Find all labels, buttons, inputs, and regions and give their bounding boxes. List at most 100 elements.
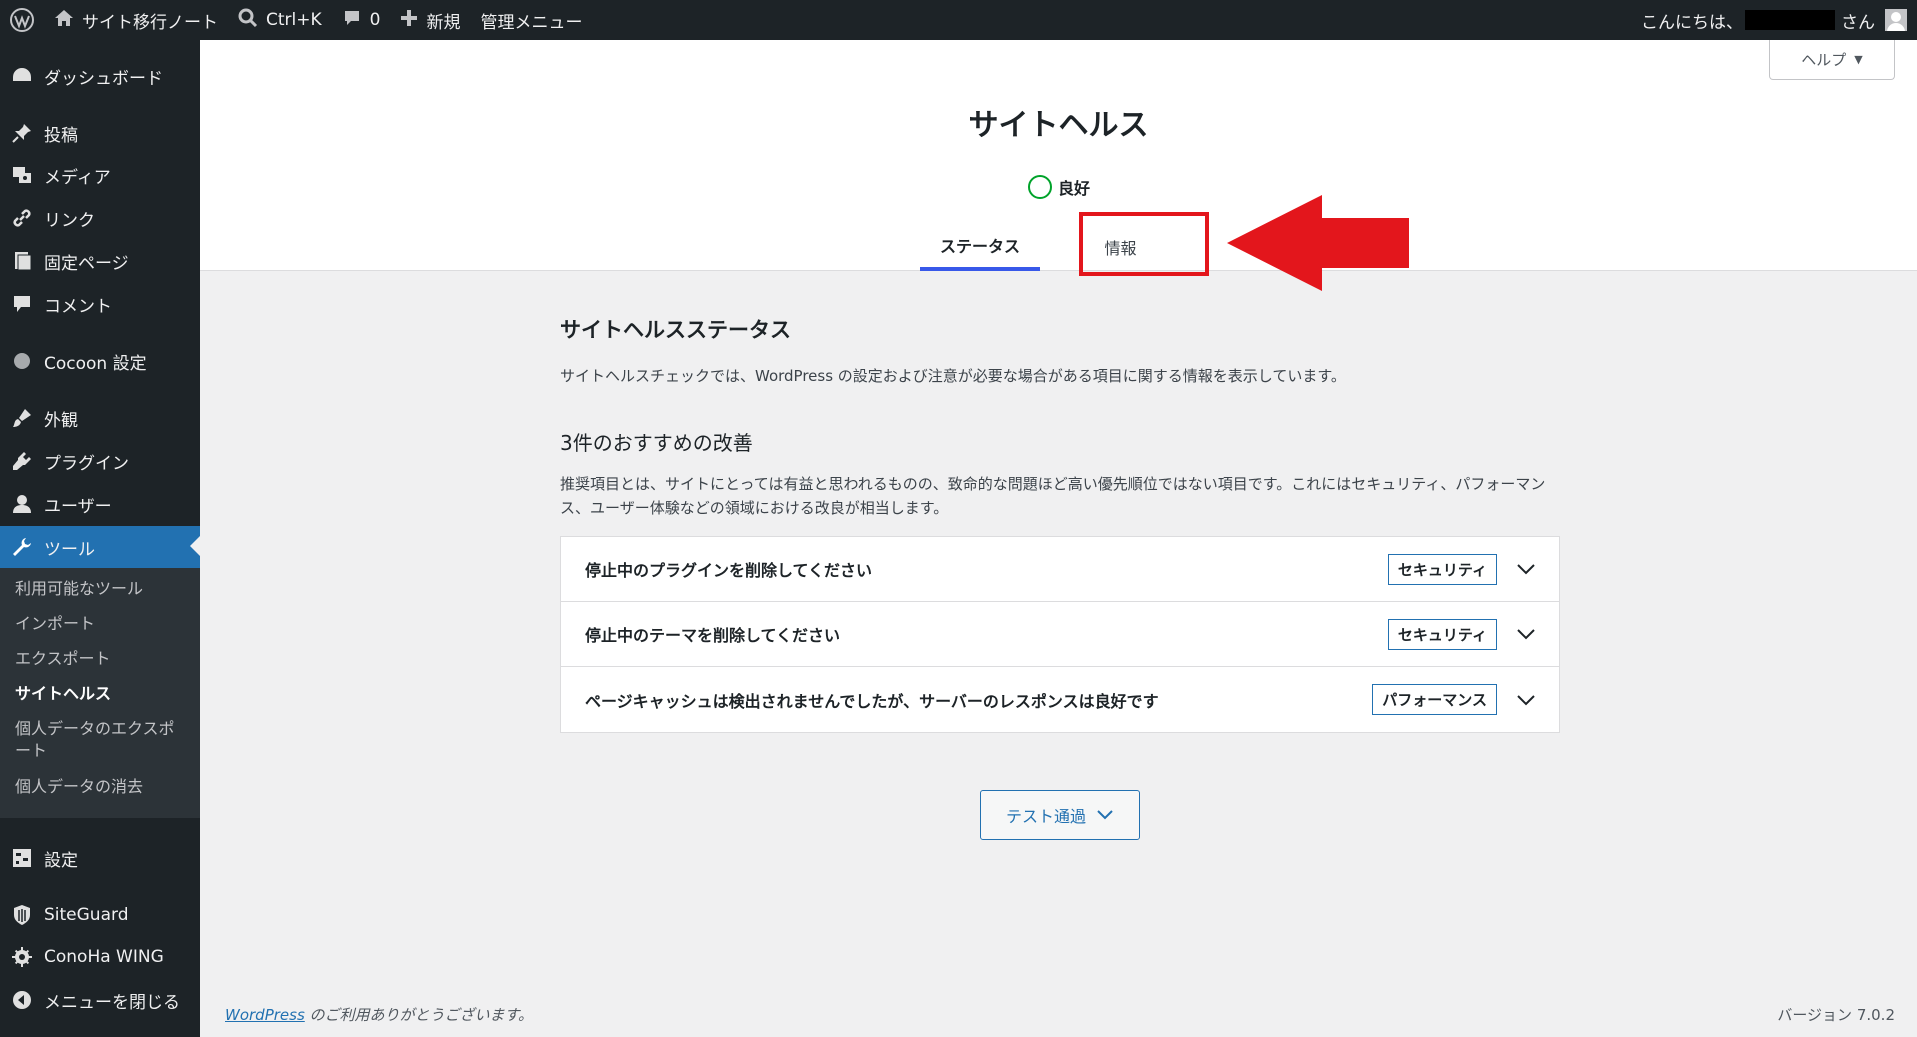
my-account[interactable]: こんにちは、 さん	[1641, 0, 1917, 40]
help-label: ヘルプ	[1801, 51, 1847, 69]
issue-badge: セキュリティ	[1387, 553, 1497, 585]
tab-label: ステータス	[939, 236, 1020, 256]
recommendations-description: 推奨項目とは、サイトにとっては有益と思われるものの、致命的な問題ほど高い優先順位…	[560, 475, 1546, 517]
home-icon	[54, 8, 74, 33]
sidebar-item-cocoon[interactable]: Cocoon 設定	[0, 341, 200, 381]
link-icon	[10, 206, 34, 230]
admin-sidebar: ダッシュボード 投稿 メディア リンク 固定ページ コメント Cocoon 設定…	[0, 40, 200, 1037]
site-name-link[interactable]: サイト移行ノート	[44, 0, 228, 40]
sidebar-item-links[interactable]: リンク	[0, 198, 200, 238]
greeting-suffix: さん	[1841, 12, 1875, 33]
issue-title: ページキャッシュは検出されませんでしたが、サーバーのレスポンスは良好です	[585, 691, 1159, 711]
submenu-export-personal-data[interactable]: 個人データのエクスポート	[15, 718, 190, 762]
section-description: サイトヘルスチェックでは、WordPress の設定および注意が必要な場合がある…	[560, 367, 1346, 385]
annotation-arrow-icon	[1227, 195, 1409, 291]
status-label: 良好	[1058, 179, 1091, 198]
sidebar-item-label: Cocoon 設定	[44, 353, 147, 374]
section-title: サイトヘルスステータス	[560, 318, 791, 342]
new-label: 新規	[426, 12, 461, 33]
sidebar-item-label: コメント	[44, 296, 112, 317]
sidebar-item-label: ユーザー	[44, 496, 112, 517]
sidebar-item-dashboard[interactable]: ダッシュボード	[0, 56, 200, 96]
wordpress-link[interactable]: WordPress	[225, 1006, 305, 1024]
greeting: こんにちは、	[1641, 12, 1743, 33]
sidebar-item-label: ダッシュボード	[44, 68, 163, 89]
comments-count: 0	[369, 10, 381, 30]
tab-status[interactable]: ステータス	[920, 222, 1040, 271]
submenu-export[interactable]: エクスポート	[15, 648, 190, 670]
issue-title: 停止中のプラグインを削除してください	[585, 561, 873, 580]
help-button[interactable]: ヘルプ ▼	[1769, 40, 1895, 80]
sidebar-item-plugins[interactable]: プラグイン	[0, 441, 200, 481]
redacted-username	[1745, 10, 1835, 30]
search-shortcut: Ctrl+K	[266, 10, 322, 30]
sidebar-item-label: メディア	[44, 167, 111, 188]
media-icon	[10, 163, 34, 187]
footer-thanks-text: のご利用ありがとうございます。	[304, 1006, 534, 1024]
footer-version: バージョン 7.0.2	[1777, 1006, 1895, 1024]
user-icon	[10, 492, 34, 516]
search-icon	[238, 8, 258, 33]
comment-bubble-icon	[342, 8, 362, 33]
sidebar-item-tools[interactable]: ツール	[0, 526, 200, 568]
site-health-header: ヘルプ ▼ サイトヘルス 良好 ステータス 情報	[200, 40, 1917, 271]
site-name: サイト移行ノート	[82, 12, 218, 33]
sidebar-item-label: SiteGuard	[44, 905, 129, 925]
chevron-down-icon[interactable]	[1515, 689, 1537, 711]
health-status: 良好	[1028, 175, 1090, 199]
sidebar-item-label: リンク	[44, 210, 95, 231]
issue-badge: パフォーマンス	[1372, 684, 1497, 715]
sidebar-item-siteguard[interactable]: SiteGuard	[0, 895, 200, 935]
wrench-icon	[10, 535, 34, 559]
chevron-down-icon[interactable]	[1515, 623, 1537, 645]
sidebar-item-users[interactable]: ユーザー	[0, 484, 200, 524]
page-title: サイトヘルス	[968, 108, 1149, 143]
comments-link[interactable]: 0	[332, 0, 391, 40]
search-command[interactable]: Ctrl+K	[228, 0, 332, 40]
passed-tests-button[interactable]: テスト通過	[980, 790, 1140, 840]
chevron-down-icon[interactable]	[1515, 558, 1537, 580]
submenu-erase-personal-data[interactable]: 個人データの消去	[15, 776, 190, 798]
submenu-site-health[interactable]: サイトヘルス	[15, 683, 190, 705]
annotation-highlight-box	[1079, 212, 1209, 276]
issue-row[interactable]: ページキャッシュは検出されませんでしたが、サーバーのレスポンスは良好です パフォ…	[561, 667, 1559, 732]
page-icon	[10, 249, 34, 273]
sidebar-item-posts[interactable]: 投稿	[0, 113, 200, 153]
sidebar-item-conoha-wing[interactable]: ConoHa WING	[0, 937, 200, 977]
footer-thanks: WordPress のご利用ありがとうございます。	[225, 1004, 533, 1025]
sidebar-item-appearance[interactable]: 外観	[0, 398, 200, 438]
comment-icon	[10, 292, 34, 316]
pin-icon	[10, 121, 34, 145]
tools-submenu: 利用可能なツール インポート エクスポート サイトヘルス 個人データのエクスポー…	[0, 568, 200, 818]
sidebar-item-label: ConoHa WING	[44, 947, 164, 967]
gear-icon	[10, 945, 34, 969]
settings-icon	[10, 846, 34, 870]
collapse-icon	[10, 988, 34, 1012]
admin-menu-label: 管理メニュー	[480, 12, 583, 33]
issue-row[interactable]: 停止中のテーマを削除してください セキュリティ	[561, 602, 1559, 667]
sidebar-item-label: プラグイン	[44, 453, 129, 474]
sidebar-item-media[interactable]: メディア	[0, 155, 200, 195]
submenu-import[interactable]: インポート	[15, 613, 190, 635]
brush-icon	[10, 406, 34, 430]
plus-icon	[400, 9, 418, 32]
sidebar-item-label: 外観	[44, 410, 78, 431]
new-content-link[interactable]: 新規	[390, 0, 470, 40]
dashboard-icon	[10, 64, 34, 88]
sidebar-item-pages[interactable]: 固定ページ	[0, 241, 200, 281]
admin-menu-link[interactable]: 管理メニュー	[470, 0, 592, 40]
admin-bar: サイト移行ノート Ctrl+K 0 新規 管理メニュー こんにちは、 さん	[0, 0, 1917, 40]
sidebar-item-label: 投稿	[44, 125, 78, 146]
sidebar-item-label: メニューを閉じる	[44, 992, 180, 1013]
collapse-menu-button[interactable]: メニューを閉じる	[0, 980, 200, 1020]
issue-badge: セキュリティ	[1387, 618, 1497, 650]
avatar[interactable]	[1885, 9, 1907, 31]
shield-icon	[10, 903, 34, 927]
sidebar-item-comments[interactable]: コメント	[0, 284, 200, 324]
sidebar-item-settings[interactable]: 設定	[0, 838, 200, 878]
issue-row[interactable]: 停止中のプラグインを削除してください セキュリティ	[561, 537, 1559, 602]
wordpress-logo-icon[interactable]	[0, 0, 44, 40]
submenu-available-tools[interactable]: 利用可能なツール	[15, 578, 190, 600]
sidebar-item-label: ツール	[44, 539, 95, 560]
issue-title: 停止中のテーマを削除してください	[585, 626, 841, 645]
